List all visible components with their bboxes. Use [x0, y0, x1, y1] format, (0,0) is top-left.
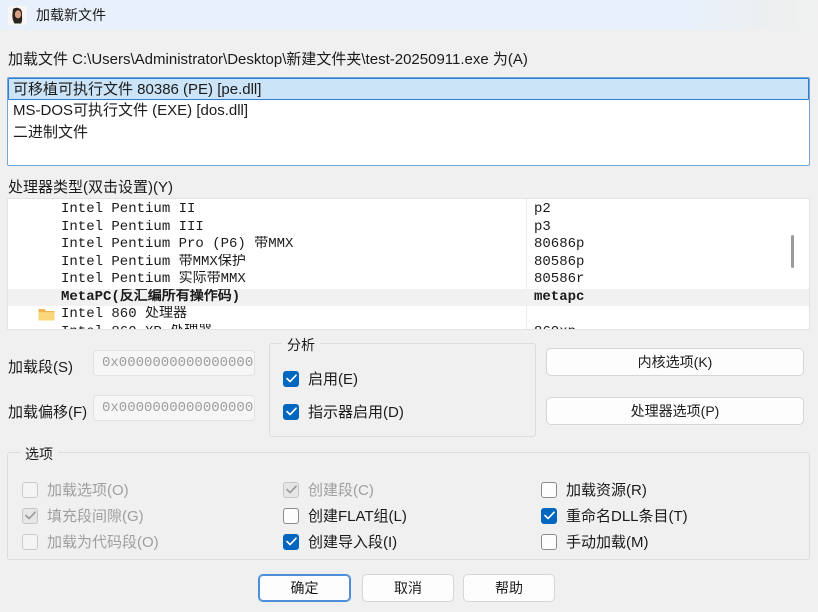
folder-icon [38, 308, 55, 321]
processor-name: Intel Pentium III [61, 219, 204, 235]
checkbox[interactable] [283, 404, 299, 420]
cancel-button[interactable]: 取消 [362, 574, 454, 602]
checkbox-row[interactable]: 填充段间隙(G) [22, 505, 144, 526]
checkbox-label: 启用(E) [308, 368, 358, 389]
ok-button[interactable]: 确定 [258, 574, 351, 602]
processor-row[interactable]: Intel Pentium III p3 [8, 219, 809, 237]
checkbox-label: 重命名DLL条目(T) [566, 505, 688, 526]
check-icon [25, 511, 36, 520]
file-path-label: 加载文件 C:\Users\Administrator\Desktop\新建文件… [8, 48, 528, 69]
processor-row[interactable]: MetaPC(反汇编所有操作码) metapc [8, 289, 809, 307]
analysis-groupbox: 分析 启用(E) 指示器启用(D) [269, 343, 536, 437]
format-list-item[interactable]: MS-DOS可执行文件 (EXE) [dos.dll] [8, 100, 809, 122]
processor-type-label: 处理器类型(双击设置)(Y) [8, 176, 173, 197]
checkbox[interactable] [541, 508, 557, 524]
processor-scrollbar-thumb[interactable] [791, 235, 794, 268]
processor-name: Intel 860 处理器 [61, 306, 187, 322]
checkbox[interactable] [283, 482, 299, 498]
checkbox-row[interactable]: 手动加载(M) [541, 531, 649, 552]
checkbox[interactable] [283, 371, 299, 387]
format-listbox[interactable]: 可移植可执行文件 80386 (PE) [pe.dll]MS-DOS可执行文件 … [7, 77, 810, 166]
checkbox-row[interactable]: 创建FLAT组(L) [283, 505, 407, 526]
check-icon [286, 407, 297, 416]
checkbox[interactable] [283, 534, 299, 550]
processor-name: MetaPC(反汇编所有操作码) [61, 289, 240, 305]
options-groupbox: 选项 加载选项(O) 填充段间隙(G) 加载为代码段(O) 创建段(C) [7, 452, 810, 560]
checkbox-label: 填充段间隙(G) [47, 505, 144, 526]
checkbox-label: 指示器启用(D) [308, 401, 404, 422]
checkbox-row[interactable]: 加载选项(O) [22, 479, 129, 500]
processor-row[interactable]: Intel Pentium Pro (P6) 带MMX 80686p [8, 236, 809, 254]
check-icon [286, 537, 297, 546]
processor-id: p3 [526, 219, 809, 237]
checkbox-label: 加载为代码段(O) [47, 531, 159, 552]
processor-row[interactable]: Intel Pentium 带MMX保护 80586p [8, 254, 809, 272]
checkbox[interactable] [283, 508, 299, 524]
checkbox-label: 创建段(C) [308, 479, 374, 500]
processor-id: 80686p [526, 236, 809, 254]
load-offset-label: 加载偏移(F) [8, 401, 87, 422]
processor-name: Intel Pentium Pro (P6) 带MMX [61, 236, 293, 252]
checkbox-label: 手动加载(M) [566, 531, 649, 552]
processor-row[interactable]: Intel Pentium II p2 [8, 201, 809, 219]
checkbox-row[interactable]: 指示器启用(D) [283, 401, 404, 422]
checkbox-label: 加载资源(R) [566, 479, 647, 500]
help-button[interactable]: 帮助 [463, 574, 555, 602]
processor-row[interactable]: Intel 860 处理器 [8, 306, 809, 324]
checkbox-row[interactable]: 加载资源(R) [541, 479, 647, 500]
ida-app-icon [8, 6, 27, 25]
checkbox-row[interactable]: 启用(E) [283, 368, 358, 389]
processor-row[interactable]: Intel Pentium 实际带MMX 80586r [8, 271, 809, 289]
checkbox-row[interactable]: 创建段(C) [283, 479, 374, 500]
check-icon [286, 485, 297, 494]
checkbox[interactable] [22, 482, 38, 498]
checkbox-label: 创建FLAT组(L) [308, 505, 407, 526]
load-offset-input[interactable]: 0x0000000000000000 [93, 395, 255, 421]
processor-options-button[interactable]: 处理器选项(P) [546, 397, 804, 425]
load-segment-input[interactable]: 0x0000000000000000 [93, 350, 255, 376]
checkbox[interactable] [541, 482, 557, 498]
processor-id: 80586r [526, 271, 809, 289]
processor-id [526, 306, 809, 324]
processor-name: Intel Pentium II [61, 201, 195, 217]
check-icon [286, 374, 297, 383]
processor-id: p2 [526, 201, 809, 219]
processor-row[interactable]: Intel 860 XP 处理器 860xp [8, 324, 809, 331]
checkbox[interactable] [541, 534, 557, 550]
processor-id: 80586p [526, 254, 809, 272]
format-list-item[interactable]: 可移植可执行文件 80386 (PE) [pe.dll] [8, 78, 809, 100]
checkbox-label: 加载选项(O) [47, 479, 129, 500]
processor-id: 860xp [526, 324, 809, 331]
checkbox-row[interactable]: 加载为代码段(O) [22, 531, 159, 552]
options-group-title: 选项 [20, 444, 58, 464]
format-list-item[interactable]: 二进制文件 [8, 122, 809, 144]
titlebar: 加载新文件 [0, 0, 818, 30]
processor-id: metapc [526, 289, 809, 307]
processor-listbox[interactable]: Intel Pentium II p2 Intel Pentium III p3… [7, 198, 810, 330]
kernel-options-button[interactable]: 内核选项(K) [546, 348, 804, 376]
processor-rows: Intel Pentium II p2 Intel Pentium III p3… [8, 199, 809, 330]
processor-name: Intel 860 XP 处理器 [61, 324, 212, 331]
checkbox-row[interactable]: 创建导入段(I) [283, 531, 397, 552]
checkbox-label: 创建导入段(I) [308, 531, 397, 552]
check-icon [544, 511, 555, 520]
load-segment-label: 加载段(S) [8, 356, 73, 377]
window-title: 加载新文件 [36, 5, 106, 25]
processor-name: Intel Pentium 实际带MMX [61, 271, 246, 287]
checkbox[interactable] [22, 534, 38, 550]
processor-name: Intel Pentium 带MMX保护 [61, 254, 246, 270]
analysis-group-title: 分析 [282, 335, 320, 355]
checkbox[interactable] [22, 508, 38, 524]
checkbox-row[interactable]: 重命名DLL条目(T) [541, 505, 688, 526]
